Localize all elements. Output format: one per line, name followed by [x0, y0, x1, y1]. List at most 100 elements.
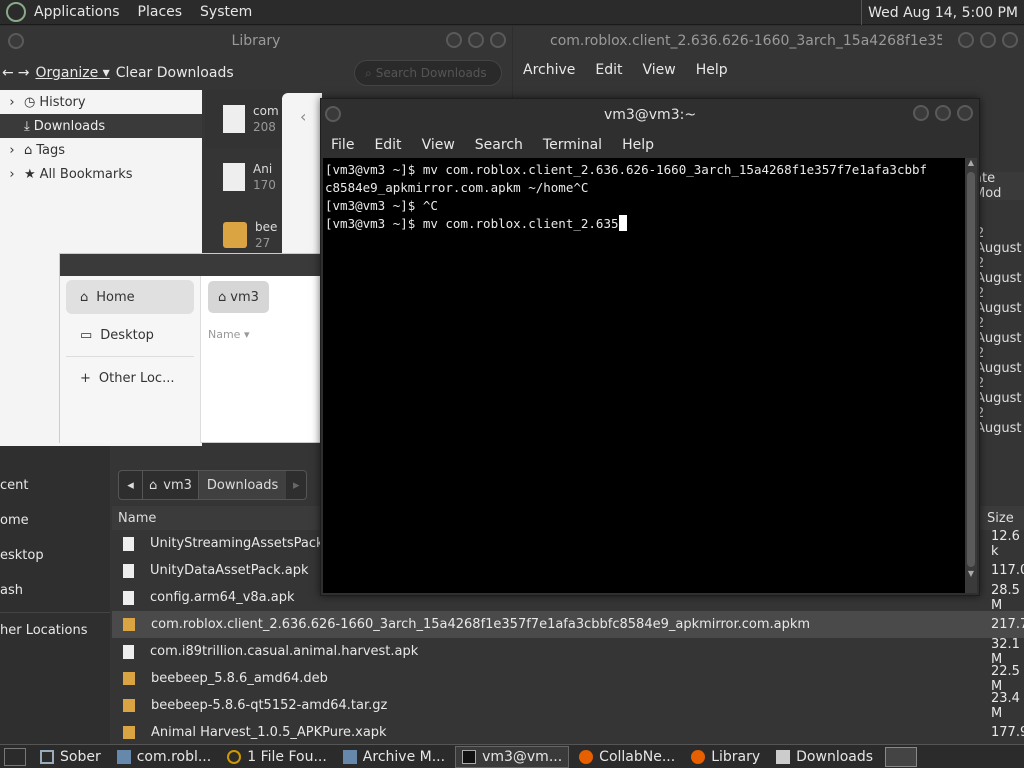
table-row[interactable]: com.i89trillion.casual.animal.harvest.ap…	[112, 637, 1024, 667]
help-menu[interactable]: Help	[622, 137, 654, 153]
path-button-vm3[interactable]: ⌂ vm3	[208, 281, 269, 313]
table-row[interactable]: beebeep-5.8.6-qt5152-amd64.tar.gz 23.4 M	[112, 691, 1024, 721]
file-icon	[123, 590, 134, 605]
sidebar-item-history[interactable]: › ◷ History	[0, 90, 202, 114]
file-icon	[223, 163, 245, 191]
archive-titlebar[interactable]: com.roblox.client_2.636.626-1660_3arch_1…	[513, 26, 1024, 56]
sidebar-item-trash[interactable]: ash	[0, 573, 110, 608]
maximize-button[interactable]	[980, 32, 996, 48]
terminal-line: [vm3@vm3 ~]$ mv com.roblox.client_2.635	[325, 216, 619, 231]
forward-arrow-icon[interactable]: →	[18, 65, 30, 81]
package-icon	[223, 222, 247, 248]
column-header-date[interactable]: ate Mod	[974, 171, 1024, 201]
taskbar-item-sober[interactable]: Sober	[34, 746, 107, 768]
date-column: 2 August 2 August 2 August 2 August 2 Au…	[976, 226, 1022, 436]
sidebar-item-home[interactable]: ome	[0, 503, 110, 538]
clear-downloads-button[interactable]: Clear Downloads	[116, 65, 234, 81]
taskbar-item-downloads[interactable]: Downloads	[770, 746, 879, 768]
column-header-name[interactable]: Name	[112, 511, 156, 526]
table-row[interactable]: Animal Harvest_1.0.5_APKPure.xapk177.9	[112, 719, 1024, 746]
sidebar-item-tags[interactable]: › ⌂ Tags	[0, 138, 202, 162]
view-menu[interactable]: View	[422, 137, 455, 153]
scroll-down-icon[interactable]: ▼	[965, 569, 977, 581]
sidebar-item-desktop[interactable]: ▭ Desktop	[66, 318, 194, 352]
archive-icon	[123, 699, 135, 712]
edit-menu[interactable]: Edit	[374, 137, 401, 153]
terminal-title: vm3@vm3:~	[603, 107, 697, 123]
library-title: Library	[231, 33, 281, 49]
view-menu[interactable]: View	[643, 62, 676, 78]
path-button-vm3[interactable]: ⌂ vm3	[143, 471, 198, 499]
archive-menubar: Archive Edit View Help	[513, 56, 1024, 84]
sidebar-item-home[interactable]: ⌂ Home	[66, 280, 194, 314]
archive-icon	[123, 672, 135, 685]
sidebar-item-desktop[interactable]: esktop	[0, 538, 110, 573]
minimize-button[interactable]	[958, 32, 974, 48]
scroll-up-icon[interactable]: ▲	[965, 158, 977, 170]
search-downloads-input[interactable]: ⌕ Search Downloads	[354, 60, 502, 86]
file-icon	[123, 644, 134, 659]
help-menu[interactable]: Help	[696, 62, 728, 78]
path-button-downloads[interactable]: Downloads	[197, 471, 287, 499]
forward-chevron-icon[interactable]: ▸	[286, 471, 306, 499]
taskbar-item-library[interactable]: Library	[685, 746, 766, 768]
close-button[interactable]	[490, 32, 506, 48]
clock[interactable]: Wed Aug 14, 5:00 PM	[861, 0, 1024, 25]
list-item[interactable]: com 208	[205, 90, 285, 148]
archive-menu[interactable]: Archive	[523, 62, 575, 78]
window-menu-button[interactable]	[8, 33, 24, 49]
library-toolbar: ← → Organize ▾ Clear Downloads ⌕ Search …	[0, 56, 512, 90]
minimize-button[interactable]	[913, 105, 929, 121]
terminal-scrollbar[interactable]: ▲ ▼	[965, 158, 977, 593]
minimize-button[interactable]	[446, 32, 462, 48]
home-icon: ⌂	[80, 289, 89, 305]
sidebar-item-recent[interactable]: cent	[0, 468, 110, 503]
taskbar-item-collabnet[interactable]: CollabNe...	[573, 746, 681, 768]
window-menu-button[interactable]	[325, 106, 341, 122]
table-row[interactable]: beebeep_5.8.6_amd64.deb 22.5 M	[112, 664, 1024, 694]
library-titlebar[interactable]: Library	[0, 26, 512, 56]
edit-menu[interactable]: Edit	[595, 62, 622, 78]
column-header-size[interactable]: Size	[987, 511, 1014, 526]
scrollbar-thumb[interactable]	[967, 172, 975, 567]
show-desktop-icon[interactable]	[4, 747, 26, 766]
search-icon: ⌕	[365, 65, 372, 80]
file-menu[interactable]: File	[331, 137, 354, 153]
sidebar-item-all-bookmarks[interactable]: › ★ All Bookmarks	[0, 162, 202, 186]
system-menu[interactable]: System	[200, 4, 252, 20]
taskbar-item-archive[interactable]: com.robl...	[111, 746, 218, 768]
terminal-titlebar[interactable]: vm3@vm3:~	[321, 99, 979, 131]
close-button[interactable]	[1002, 32, 1018, 48]
taskbar-item-search[interactable]: 1 File Fou...	[221, 746, 333, 768]
firefox-icon	[691, 749, 706, 764]
small-fm-titlebar[interactable]	[60, 254, 321, 276]
terminal-output[interactable]: [vm3@vm3 ~]$ mv com.roblox.client_2.636.…	[323, 158, 965, 593]
close-button[interactable]	[957, 105, 973, 121]
maximize-button[interactable]	[935, 105, 951, 121]
sidebar-item-other-locations[interactable]: her Locations	[0, 613, 110, 648]
applications-menu[interactable]: Applications	[34, 4, 120, 20]
places-menu[interactable]: Places	[138, 4, 183, 20]
archive-icon	[116, 749, 131, 764]
sidebar-item-downloads[interactable]: ⤓ Downloads	[0, 114, 202, 138]
column-header-name[interactable]: Name ▾	[208, 328, 249, 341]
maximize-button[interactable]	[468, 32, 484, 48]
back-chevron-icon[interactable]: ◂	[119, 471, 143, 499]
search-menu[interactable]: Search	[475, 137, 523, 153]
terminal-menu[interactable]: Terminal	[543, 137, 602, 153]
workspace-switcher[interactable]	[885, 746, 918, 767]
chevron-left-icon[interactable]: ‹	[300, 107, 306, 126]
back-arrow-icon[interactable]: ←	[2, 65, 14, 81]
terminal-window: vm3@vm3:~ File Edit View Search Terminal…	[320, 98, 980, 596]
organize-button[interactable]: Organize ▾	[35, 65, 109, 81]
sidebar-item-other-locations[interactable]: + Other Loc...	[66, 361, 194, 395]
list-item[interactable]: Ani 170	[205, 148, 285, 206]
firefox-icon	[579, 749, 594, 764]
taskbar: Sober com.robl... 1 File Fou... Archive …	[0, 744, 1024, 768]
taskbar-item-archive-manager[interactable]: Archive M...	[337, 746, 451, 768]
distro-logo-icon[interactable]	[6, 2, 26, 22]
table-row[interactable]: com.roblox.client_2.636.626-1660_3arch_1…	[112, 611, 1024, 638]
archive-icon	[123, 726, 135, 739]
taskbar-item-terminal[interactable]: vm3@vm...	[455, 745, 570, 768]
terminal-line: c8584e9_apkmirror.com.apkm ~/home^C	[325, 180, 589, 195]
